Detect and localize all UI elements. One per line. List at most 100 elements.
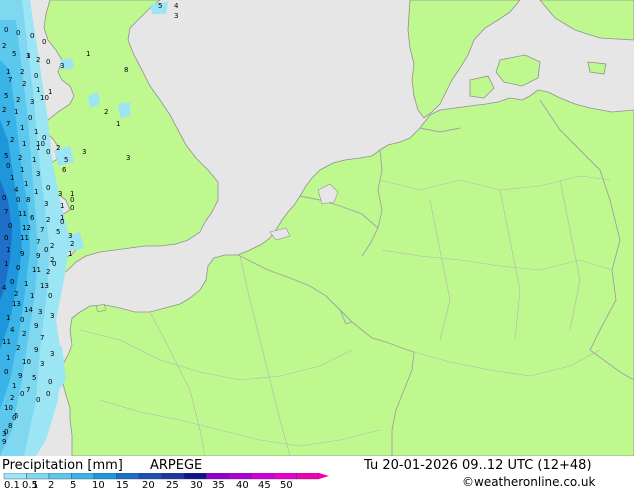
- precip-value: 5: [56, 228, 60, 236]
- precip-value: 7: [8, 76, 12, 84]
- precip-value: 0: [16, 196, 20, 204]
- precip-value: 4: [10, 326, 15, 334]
- scale-segment: [48, 473, 72, 480]
- scale-segment: [273, 473, 297, 480]
- scale-segment: [206, 473, 230, 480]
- precip-value: 14: [24, 306, 33, 314]
- scale-segment: [251, 473, 275, 480]
- precip-value: 0: [48, 378, 52, 386]
- scale-tick-label: 30: [190, 480, 203, 491]
- precip-value: 1: [4, 260, 8, 268]
- precip-value: 0: [2, 194, 6, 202]
- precip-value: 3: [50, 350, 54, 358]
- precip-value: 1: [22, 140, 26, 148]
- precip-value: 5: [4, 92, 8, 100]
- precip-value: 7: [4, 208, 8, 216]
- precip-value: 10: [4, 404, 13, 412]
- precip-value: 7: [36, 238, 40, 246]
- scale-segment: [161, 473, 185, 480]
- scale-tick-label: 10: [92, 480, 105, 491]
- precip-value: 8: [26, 196, 30, 204]
- scale-tick-label: 20: [142, 480, 155, 491]
- precip-value: 12: [22, 224, 31, 232]
- precipitation-map: 0000251201207211523210711021105210131104…: [0, 0, 634, 457]
- precip-value: 0: [36, 396, 40, 404]
- precip-value: 5: [64, 156, 68, 164]
- precip-value: 1: [68, 250, 72, 258]
- scale-segment: [93, 473, 117, 480]
- precip-value: 0: [16, 264, 20, 272]
- precip-value: 0: [4, 368, 8, 376]
- precip-value: 0: [4, 428, 8, 436]
- precip-value: 3: [82, 148, 86, 156]
- precip-value: 5: [32, 374, 36, 382]
- precip-value: 0: [20, 316, 24, 324]
- precip-value: 7: [26, 386, 30, 394]
- precip-value: 9: [18, 372, 22, 380]
- precip-value: 0: [4, 234, 8, 242]
- precip-value: 11: [2, 338, 11, 346]
- precip-value: 1: [12, 382, 16, 390]
- precip-value: 0: [52, 260, 56, 268]
- precip-value: 6: [30, 214, 35, 222]
- precip-value: 2: [10, 394, 14, 402]
- precip-value: 1: [30, 292, 34, 300]
- precip-value: 1: [34, 128, 38, 136]
- precip-value: 1: [24, 280, 28, 288]
- precip-value: 0: [12, 414, 16, 422]
- precip-value: 1: [24, 180, 28, 188]
- map-footer: Precipitation [mm] ARPEGE Tu 20-01-2026 …: [0, 456, 634, 491]
- precip-value: 4: [14, 186, 19, 194]
- precip-value: 1: [20, 124, 24, 132]
- precip-value: 5: [12, 50, 16, 58]
- precip-value: 2: [22, 80, 26, 88]
- precip-value: 0: [30, 32, 34, 40]
- precip-value: 0: [46, 390, 50, 398]
- precip-value: 11: [32, 266, 41, 274]
- precip-value: 0: [70, 196, 74, 204]
- precip-value: 1: [10, 174, 14, 182]
- precip-value: 2: [46, 216, 50, 224]
- precip-value: 2: [16, 96, 20, 104]
- precip-value: 9: [34, 346, 38, 354]
- scale-tick-label: 0.1: [4, 480, 20, 491]
- precip-value: 0: [8, 222, 12, 230]
- model-name: ARPEGE: [150, 458, 203, 473]
- precip-value: 3: [60, 62, 64, 70]
- scale-tick-label: 45: [258, 480, 271, 491]
- precip-value: 3: [68, 232, 72, 240]
- scale-segment: [26, 473, 50, 480]
- precip-value: 2: [36, 56, 40, 64]
- precip-value: 1: [14, 108, 18, 116]
- scale-tick-label: 5: [70, 480, 77, 491]
- precip-value: 3: [126, 154, 130, 162]
- precip-value: 1: [36, 86, 40, 94]
- precip-value: 5: [158, 2, 162, 10]
- precip-value: 1: [6, 314, 10, 322]
- scale-segment: [3, 473, 27, 480]
- precip-value: 4: [174, 2, 179, 10]
- precip-value: 0: [10, 278, 14, 286]
- precip-value: 3: [44, 200, 48, 208]
- precip-value: 3: [30, 98, 34, 106]
- precip-value: 3: [58, 190, 62, 198]
- precip-value: 1: [60, 202, 64, 210]
- precip-value: 5: [4, 152, 8, 160]
- precip-value: 3: [40, 360, 44, 368]
- precip-value: 2: [2, 42, 6, 50]
- precip-value: 7: [40, 334, 44, 342]
- precip-value: 10: [36, 140, 45, 148]
- precip-value: 0: [48, 292, 52, 300]
- scale-segment: [296, 473, 320, 480]
- precip-value: 7: [40, 226, 44, 234]
- precip-value: 0: [34, 72, 38, 80]
- precip-value: 1: [116, 120, 120, 128]
- precip-value: 3: [50, 312, 54, 320]
- precip-value: 1: [20, 166, 24, 174]
- precip-value: 0: [46, 148, 50, 156]
- precip-value: 0: [28, 114, 32, 122]
- precip-value: 1: [32, 156, 36, 164]
- precip-value: 0: [16, 29, 20, 37]
- scale-segment: [228, 473, 252, 480]
- scale-segment: [138, 473, 162, 480]
